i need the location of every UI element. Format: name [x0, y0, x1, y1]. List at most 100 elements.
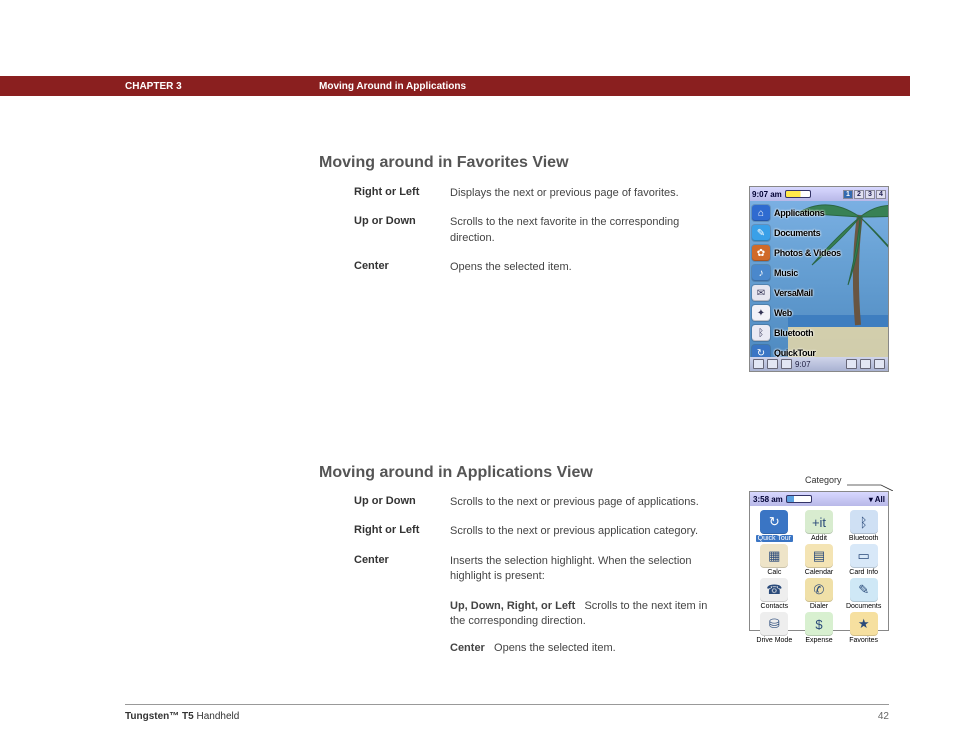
def-term: Center: [354, 554, 450, 585]
footer-product: Tungsten™ T5 Handheld: [125, 711, 239, 722]
favorite-icon: ✉: [752, 285, 770, 301]
favorite-item: ✦ Web: [752, 303, 886, 323]
favorite-item: ♪ Music: [752, 263, 886, 283]
product-rest: Handheld: [194, 711, 240, 722]
app-icon: ★: [850, 612, 878, 636]
favorite-item: ✉ VersaMail: [752, 283, 886, 303]
bottom-bar: 9:07: [750, 357, 888, 371]
battery-icon: [786, 495, 812, 503]
app-label: Bluetooth: [849, 535, 879, 542]
app-item: ☎Contacts: [752, 578, 797, 610]
section2-title: Moving around in Applications View: [319, 464, 593, 482]
def-term: Right or Left: [354, 186, 450, 201]
def-row: Right or Left Displays the next or previ…: [354, 186, 714, 201]
favorite-item: ✎Documents: [752, 223, 886, 243]
def-row: Center Opens the selected item.: [354, 260, 714, 275]
sub-term: Up, Down, Right, or Left: [450, 600, 575, 612]
app-item: ✎Documents: [841, 578, 886, 610]
time-label: 3:58 am: [753, 495, 783, 504]
footer-rule: [125, 704, 889, 705]
app-icon: +it: [805, 510, 833, 534]
favorite-icon: ✿: [752, 245, 770, 261]
app-label: Contacts: [761, 603, 789, 610]
chapter-header: CHAPTER 3 Moving Around in Applications: [0, 76, 910, 96]
callout-line-icon: [847, 481, 893, 491]
def-row: Up or Down Scrolls to the next favorite …: [354, 215, 714, 246]
app-label: Addit: [811, 535, 827, 542]
app-icon: ☎: [760, 578, 788, 602]
def-term: Center: [354, 260, 450, 275]
app-item: $Expense: [797, 612, 842, 644]
favorite-item: ᛒBluetooth: [752, 323, 886, 343]
product-bold: Tungsten™ T5: [125, 711, 194, 722]
app-item: ★Favorites: [841, 612, 886, 644]
category-selector: ▾ All: [869, 495, 885, 504]
app-icon: ↻: [760, 510, 788, 534]
favorite-label: Bluetooth: [774, 328, 813, 338]
chapter-title: Moving Around in Applications: [319, 81, 466, 92]
bt-icon: [846, 359, 857, 369]
favorite-item: ✿ Photos & Videos: [752, 243, 886, 263]
favorite-icon: ⌂: [752, 205, 770, 221]
app-item: ▤Calendar: [797, 544, 842, 576]
applications-screenshot: 3:58 am ▾ All ↻Quick Tour+itAdditᛒBlueto…: [749, 491, 889, 631]
app-label: Quick Tour: [756, 535, 793, 542]
favorites-definitions: Right or Left Displays the next or previ…: [354, 186, 714, 290]
chapter-number: CHAPTER 3: [125, 81, 182, 92]
app-icon: $: [805, 612, 833, 636]
app-label: Drive Mode: [756, 637, 792, 644]
home-icon: [753, 359, 764, 369]
def-desc: Scrolls to the next favorite in the corr…: [450, 215, 714, 246]
app-label: Dialer: [810, 603, 828, 610]
def-term: Right or Left: [354, 524, 450, 539]
def-desc: Displays the next or previous page of fa…: [450, 186, 714, 201]
app-item: ↻Quick Tour: [752, 510, 797, 542]
sub-term: Center: [450, 642, 485, 654]
favorite-icon: ♪: [752, 265, 770, 281]
app-label: Documents: [846, 603, 881, 610]
def-desc: Scrolls to the next or previous page of …: [450, 495, 714, 510]
app-item: +itAddit: [797, 510, 842, 542]
favorite-icon: ✎: [752, 225, 770, 241]
app-icon: ✆: [805, 578, 833, 602]
sub-text: Opens the selected item.: [494, 642, 616, 654]
app-label: Expense: [805, 637, 832, 644]
app-item: ▭Card Info: [841, 544, 886, 576]
sub-desc: Up, Down, Right, or Left Scrolls to the …: [450, 599, 714, 630]
applications-definitions: Up or Down Scrolls to the next or previo…: [354, 495, 714, 669]
find-icon: [767, 359, 778, 369]
app-icon: ▭: [850, 544, 878, 568]
favorite-label: Music: [774, 268, 798, 278]
def-row: Center Inserts the selection highlight. …: [354, 554, 714, 585]
favorite-label: Web: [774, 308, 792, 318]
def-desc: Opens the selected item.: [450, 260, 714, 275]
def-row: Right or Left Scrolls to the next or pre…: [354, 524, 714, 539]
favorite-label: Applications: [774, 208, 824, 218]
def-desc: Scrolls to the next or previous applicat…: [450, 524, 714, 539]
app-item: ⛁Drive Mode: [752, 612, 797, 644]
def-term: Up or Down: [354, 215, 450, 246]
section1-title: Moving around in Favorites View: [319, 154, 569, 172]
def-term: Up or Down: [354, 495, 450, 510]
app-label: Calendar: [805, 569, 833, 576]
def-desc: Inserts the selection highlight. When th…: [450, 554, 714, 585]
app-icon: ▤: [805, 544, 833, 568]
sub-desc: Center Opens the selected item.: [450, 641, 714, 656]
status-bar: 3:58 am ▾ All: [750, 492, 888, 506]
category-callout: Category: [805, 475, 842, 485]
screen-icon: [860, 359, 871, 369]
menu-icon: [781, 359, 792, 369]
favorites-screenshot: 9:07 am 1 2 3 4 ⌂Applications✎Documents✿…: [749, 186, 889, 372]
favorite-item: ⌂ Applications: [752, 203, 886, 223]
app-item: ▦Calc: [752, 544, 797, 576]
app-label: Favorites: [849, 637, 878, 644]
favorite-label: Photos & Videos: [774, 248, 841, 258]
app-label: Calc: [767, 569, 781, 576]
favorite-icon: ✦: [752, 305, 770, 321]
favorite-label: VersaMail: [774, 288, 813, 298]
app-icon: ✎: [850, 578, 878, 602]
app-icon: ▦: [760, 544, 788, 568]
time-label: 9:07 am: [752, 190, 782, 199]
app-icon: ᛒ: [850, 510, 878, 534]
app-label: Card Info: [849, 569, 878, 576]
